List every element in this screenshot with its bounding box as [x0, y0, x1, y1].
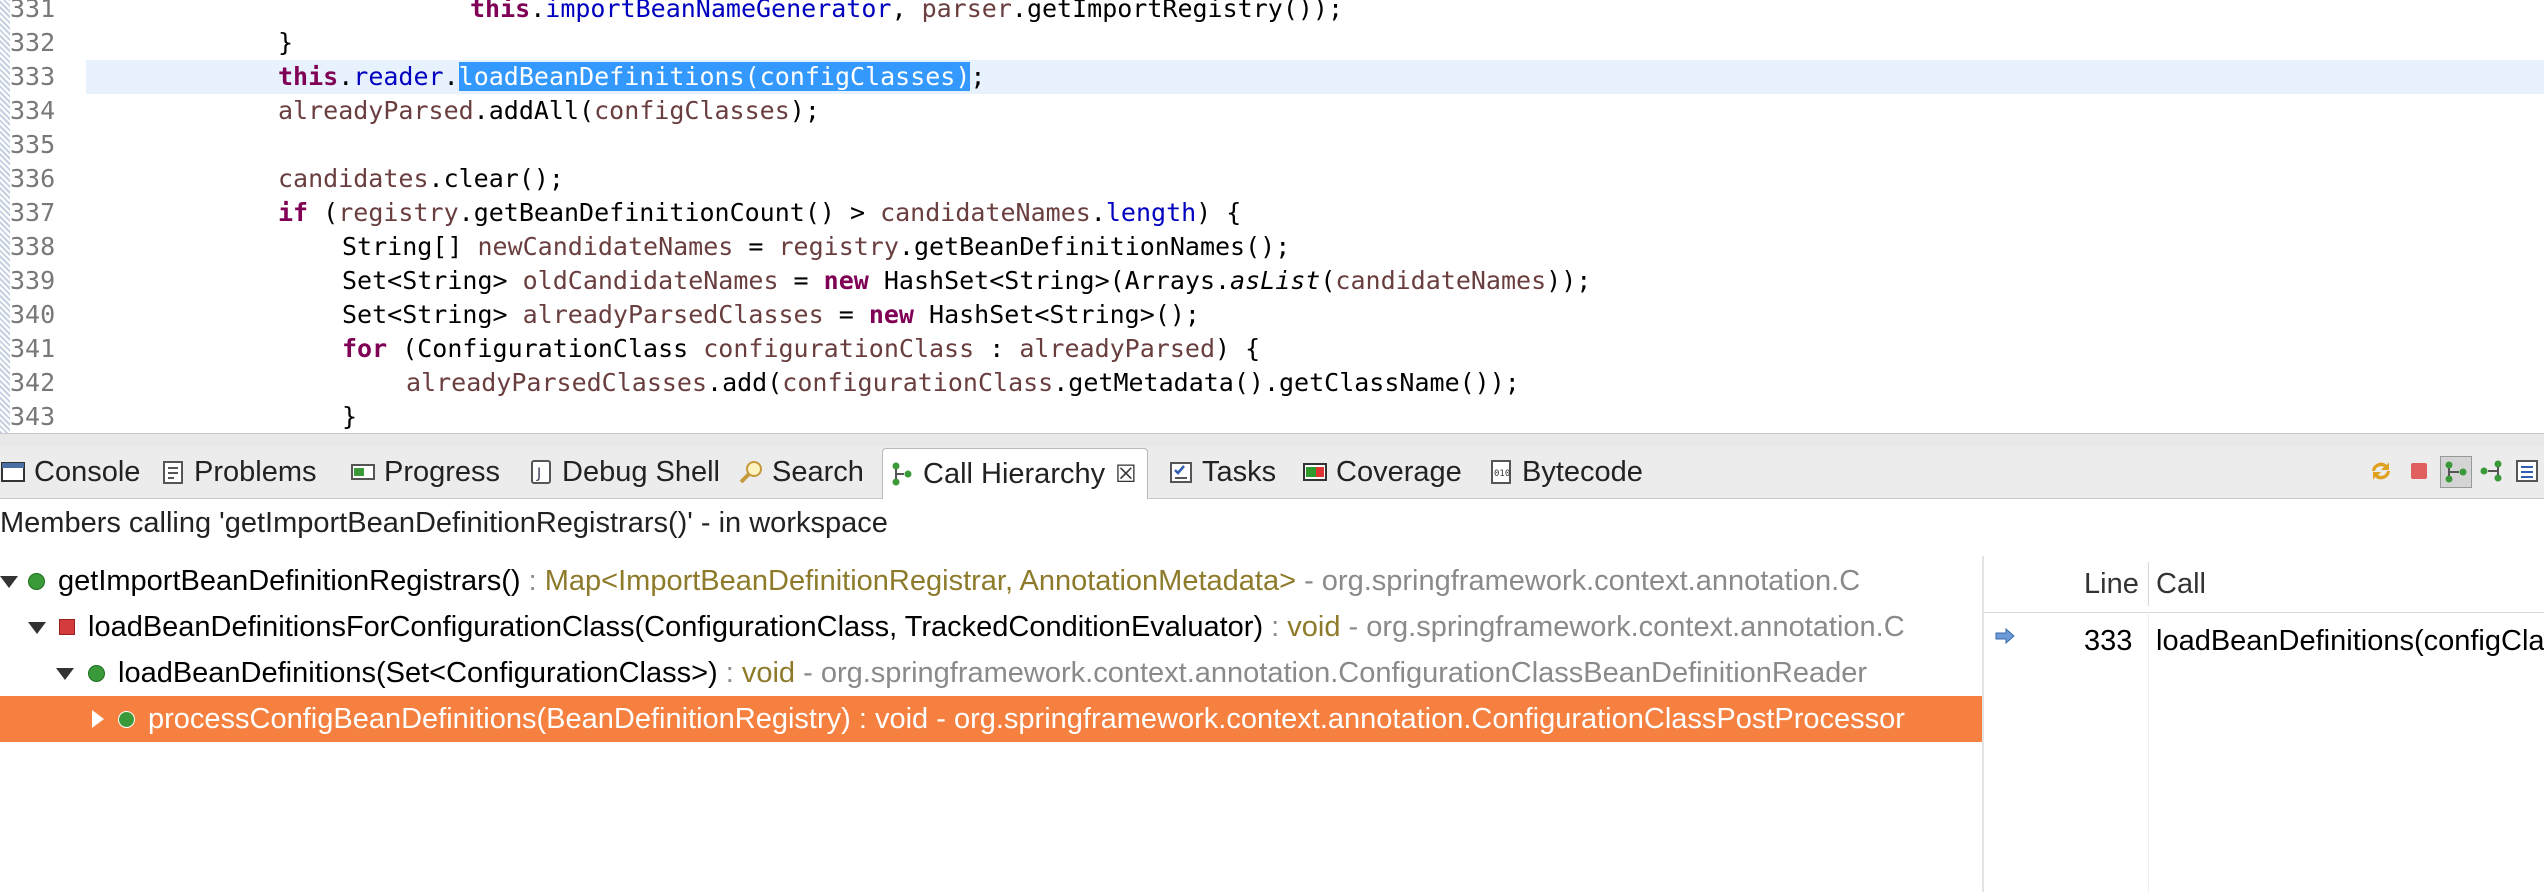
- editor-panel-splitter[interactable]: [0, 433, 2544, 447]
- return-type: void: [874, 703, 929, 735]
- svg-text:010: 010: [1494, 469, 1510, 479]
- method-name: loadBeanDefinitionsForConfigurationClass…: [88, 611, 1264, 643]
- line-number: 335: [10, 130, 56, 159]
- call-expression: loadBeanDefinitions(configClasses): [2156, 625, 2544, 657]
- overview-ruler: [0, 0, 10, 433]
- coverage-icon: [1303, 463, 1327, 481]
- return-type: void: [1287, 611, 1341, 643]
- chevron-right-icon[interactable]: [92, 710, 104, 728]
- line-number: 343: [10, 402, 56, 431]
- svg-text:J: J: [536, 466, 541, 482]
- tab-console[interactable]: Console: [0, 446, 140, 498]
- refresh-icon[interactable]: [2366, 456, 2396, 486]
- public-method-icon: [88, 665, 105, 682]
- code-line-current: this.reader.loadBeanDefinitions(configCl…: [86, 60, 2544, 94]
- tab-debug-shell[interactable]: J Debug Shell: [528, 446, 720, 498]
- layout-icon[interactable]: [2512, 456, 2542, 486]
- code-line: Set<String> oldCandidateNames = new Hash…: [342, 266, 1592, 295]
- tree-node-selected[interactable]: processConfigBeanDefinitions(BeanDefinit…: [0, 696, 1982, 742]
- tree-node[interactable]: getImportBeanDefinitionRegistrars() : Ma…: [0, 558, 1982, 604]
- code-line: if (registry.getBeanDefinitionCount() > …: [278, 198, 1242, 227]
- return-type: void: [741, 657, 796, 689]
- declaring-class: - org.springframework.context.annotation…: [1340, 611, 1905, 643]
- column-header-call[interactable]: Call: [2156, 556, 2206, 612]
- line-number: 336: [10, 164, 56, 193]
- callee-hierarchy-icon[interactable]: [2476, 456, 2506, 486]
- code-line: }: [342, 402, 358, 431]
- line-number: 332: [10, 28, 56, 57]
- line-number: 333: [10, 62, 56, 91]
- progress-icon: [351, 464, 375, 480]
- line-number: 338: [10, 232, 56, 261]
- chevron-down-icon[interactable]: [56, 668, 74, 680]
- bytecode-icon: 010: [1491, 460, 1511, 484]
- code-line: candidates.clear();: [278, 164, 564, 193]
- close-icon[interactable]: ☒: [1115, 460, 1137, 489]
- hierarchy-description: Members calling 'getImportBeanDefinition…: [0, 507, 888, 539]
- column-header-line[interactable]: Line: [2084, 556, 2139, 612]
- code-line: alreadyParsedClasses.add(configurationCl…: [406, 368, 1520, 397]
- tasks-icon: [1170, 462, 1192, 483]
- call-locations-table[interactable]: Line Call 333 loadBeanDefinitions(config…: [1984, 556, 2544, 892]
- public-method-icon: [28, 573, 45, 590]
- chevron-down-icon[interactable]: [0, 576, 18, 588]
- tab-call-hierarchy[interactable]: Call Hierarchy ☒: [882, 448, 1148, 499]
- method-name: processConfigBeanDefinitions(BeanDefinit…: [148, 703, 851, 735]
- table-header: Line Call: [1984, 556, 2544, 892]
- code-line: for (ConfigurationClass configurationCla…: [342, 334, 1261, 363]
- tab-tasks[interactable]: Tasks: [1168, 446, 1276, 498]
- tab-progress[interactable]: Progress: [350, 446, 500, 498]
- field: importBeanNameGenerator: [545, 0, 892, 23]
- public-method-icon: [118, 711, 135, 728]
- tab-bytecode[interactable]: 010 Bytecode: [1488, 446, 1643, 498]
- line-number: 342: [10, 368, 56, 397]
- line-number: 337: [10, 198, 56, 227]
- code-line: String[] newCandidateNames = registry.ge…: [342, 232, 1291, 261]
- method-name: getImportBeanDefinitionRegistrars(): [58, 565, 521, 597]
- declaring-class: - org.springframework.context.annotation…: [928, 703, 1905, 735]
- stop-icon[interactable]: [2404, 456, 2434, 486]
- call-hierarchy-tree[interactable]: getImportBeanDefinitionRegistrars() : Ma…: [0, 556, 1982, 892]
- call-line-number: 333: [2084, 625, 2133, 657]
- declaring-class: - org.springframework.context.annotation…: [1296, 565, 1861, 597]
- caller-hierarchy-icon[interactable]: [2440, 456, 2472, 488]
- line-number: 331: [10, 0, 56, 23]
- declaring-class: - org.springframework.context.annotation…: [795, 657, 1868, 689]
- code-line: this.importBeanNameGenerator, parser.get…: [86, 0, 2544, 26]
- code-line: alreadyParsed.addAll(configClasses);: [278, 96, 820, 125]
- keyword: this: [470, 0, 531, 23]
- call-hierarchy-icon: [892, 462, 912, 486]
- code-editor[interactable]: 331 332 333 334 335 336 337 338 339 340 …: [0, 0, 2544, 433]
- problems-icon: [163, 461, 183, 484]
- return-type: Map<ImportBeanDefinitionRegistrar, Annot…: [544, 565, 1297, 597]
- chevron-down-icon[interactable]: [28, 622, 46, 634]
- line-number: 341: [10, 334, 56, 363]
- code-line: Set<String> alreadyParsedClasses = new H…: [342, 300, 1200, 329]
- private-method-icon: [59, 619, 75, 635]
- tab-coverage[interactable]: Coverage: [1302, 446, 1462, 498]
- search-icon: [739, 461, 762, 484]
- code-line: }: [278, 28, 294, 57]
- debug-shell-icon: J: [531, 460, 551, 484]
- method-name: loadBeanDefinitions(Set<ConfigurationCla…: [118, 657, 718, 689]
- line-number: 340: [10, 300, 56, 329]
- line-number: 334: [10, 96, 56, 125]
- variable: parser: [921, 0, 1012, 23]
- go-to-line-arrow-icon: [1995, 627, 2015, 645]
- console-icon: [1, 462, 25, 482]
- tree-node[interactable]: loadBeanDefinitionsForConfigurationClass…: [0, 604, 1982, 650]
- view-tab-bar: Console Problems Progress J Debug Shell …: [0, 446, 2544, 499]
- selected-text[interactable]: loadBeanDefinitions(configClasses): [458, 62, 971, 91]
- tree-node[interactable]: loadBeanDefinitions(Set<ConfigurationCla…: [0, 650, 1982, 696]
- tab-problems[interactable]: Problems: [160, 446, 317, 498]
- tab-search[interactable]: Search: [738, 446, 864, 498]
- line-number-gutter: 331 332 333 334 335 336 337 338 339 340 …: [10, 0, 86, 433]
- line-number: 339: [10, 266, 56, 295]
